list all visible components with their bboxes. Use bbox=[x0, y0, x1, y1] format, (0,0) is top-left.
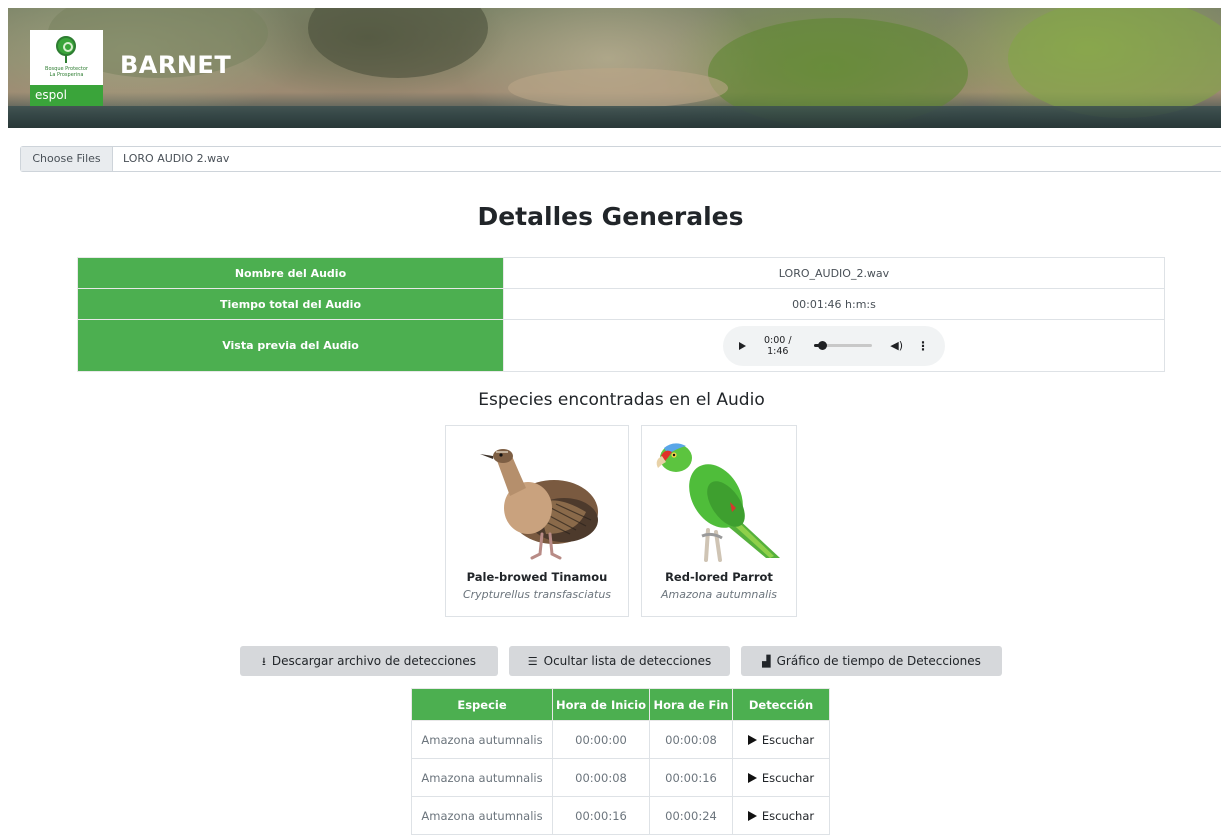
table-row: Amazona autumnalis 00:00:16 00:00:24 Esc… bbox=[411, 796, 830, 835]
species-card: Pale-browed Tinamou Crypturellus transfa… bbox=[445, 425, 629, 617]
listen-label: Escuchar bbox=[761, 770, 815, 785]
detail-label: Vista previa del Audio bbox=[77, 319, 504, 372]
detections-chart-button[interactable]: ▟ Gráfico de tiempo de Detecciones bbox=[741, 646, 1002, 676]
column-header: Hora de Fin bbox=[649, 688, 733, 721]
tinamou-illustration bbox=[480, 449, 598, 560]
file-input[interactable]: Choose Files LORO AUDIO 2.wav bbox=[20, 146, 1221, 172]
play-icon bbox=[747, 810, 757, 821]
download-detections-button[interactable]: ⭳ Descargar archivo de detecciones bbox=[240, 646, 498, 676]
detail-value: 00:01:46 h:m:s bbox=[503, 288, 1165, 320]
audio-time: 0:00 / 1:46 bbox=[764, 334, 792, 357]
audio-seek-slider[interactable] bbox=[813, 341, 873, 350]
detection-end: 00:00:24 bbox=[649, 796, 733, 835]
brand-title: BARNET bbox=[120, 51, 232, 79]
logo-caption-line: La Prosperina bbox=[49, 72, 84, 78]
detections-header-row: Especie Hora de Inicio Hora de Fin Detec… bbox=[411, 688, 830, 721]
list-icon: ☰ bbox=[527, 655, 538, 668]
download-icon: ⭳ bbox=[262, 655, 266, 668]
toggle-list-button-label: Ocultar lista de detecciones bbox=[543, 654, 712, 668]
play-icon bbox=[747, 734, 757, 745]
detail-label: Nombre del Audio bbox=[77, 257, 504, 289]
detail-value: 0:00 / 1:46 ◀) ⋮ bbox=[503, 319, 1165, 372]
more-vert-icon[interactable]: ⋮ bbox=[917, 339, 929, 353]
column-header: Especie bbox=[411, 688, 553, 721]
column-header: Detección bbox=[732, 688, 830, 721]
general-details-table: Nombre del Audio LORO_AUDIO_2.wav Tiempo… bbox=[77, 257, 1165, 372]
volume-icon[interactable]: ◀) bbox=[890, 339, 903, 352]
species-scientific-name: Crypturellus transfasciatus bbox=[462, 588, 612, 601]
banner-rocks bbox=[508, 68, 728, 108]
detection-species: Amazona autumnalis bbox=[411, 796, 553, 835]
chart-button-label: Gráfico de tiempo de Detecciones bbox=[776, 654, 981, 668]
audio-seek-handle[interactable] bbox=[817, 341, 827, 350]
parrot-illustration bbox=[656, 443, 780, 562]
species-card: Red-lored Parrot Amazona autumnalis bbox=[641, 425, 797, 617]
table-row: Amazona autumnalis 00:00:08 00:00:16 Esc… bbox=[411, 758, 830, 797]
listen-label: Escuchar bbox=[761, 732, 815, 747]
detections-table: Especie Hora de Inicio Hora de Fin Detec… bbox=[411, 688, 830, 835]
column-header: Hora de Inicio bbox=[552, 688, 650, 721]
detection-end: 00:00:08 bbox=[649, 720, 733, 759]
detail-label: Tiempo total del Audio bbox=[77, 288, 504, 320]
detection-start: 00:00:16 bbox=[552, 796, 650, 835]
listen-label: Escuchar bbox=[761, 808, 815, 823]
toggle-detections-list-button[interactable]: ☰ Ocultar lista de detecciones bbox=[509, 646, 730, 676]
detail-row: Vista previa del Audio 0:00 / 1:46 ◀) ⋮ bbox=[77, 319, 1165, 372]
listen-button[interactable]: Escuchar bbox=[732, 796, 830, 835]
detection-end: 00:00:16 bbox=[649, 758, 733, 797]
logo: Bosque Protector La Prosperina espol bbox=[30, 30, 103, 106]
banner-foliage bbox=[1008, 8, 1221, 118]
choose-files-button[interactable]: Choose Files bbox=[21, 147, 113, 171]
page-title: Detalles Generales bbox=[477, 202, 744, 231]
detail-row: Tiempo total del Audio 00:01:46 h:m:s bbox=[77, 288, 1165, 320]
species-common-name: Red-lored Parrot bbox=[665, 570, 773, 584]
audio-player[interactable]: 0:00 / 1:46 ◀) ⋮ bbox=[723, 325, 945, 366]
leaf-emblem-icon bbox=[56, 36, 76, 56]
detail-value: LORO_AUDIO_2.wav bbox=[503, 257, 1165, 289]
detection-species: Amazona autumnalis bbox=[411, 720, 553, 759]
play-icon bbox=[747, 772, 757, 783]
listen-button[interactable]: Escuchar bbox=[732, 720, 830, 759]
detection-start: 00:00:08 bbox=[552, 758, 650, 797]
banner-water bbox=[8, 106, 1221, 128]
species-common-name: Pale-browed Tinamou bbox=[466, 570, 608, 584]
detection-start: 00:00:00 bbox=[552, 720, 650, 759]
logo-strip: espol bbox=[30, 85, 103, 106]
play-icon[interactable] bbox=[739, 341, 746, 350]
logo-stem bbox=[65, 55, 67, 63]
logo-caption: Bosque Protector La Prosperina bbox=[34, 66, 99, 78]
selected-file-name: LORO AUDIO 2.wav bbox=[123, 152, 230, 165]
download-button-label: Descargar archivo de detecciones bbox=[271, 654, 476, 668]
detection-species: Amazona autumnalis bbox=[411, 758, 553, 797]
detail-row: Nombre del Audio LORO_AUDIO_2.wav bbox=[77, 257, 1165, 289]
banner-foliage bbox=[308, 8, 488, 78]
listen-button[interactable]: Escuchar bbox=[732, 758, 830, 797]
table-row: Amazona autumnalis 00:00:00 00:00:08 Esc… bbox=[411, 720, 830, 759]
species-section-title: Especies encontradas en el Audio bbox=[478, 390, 765, 410]
species-scientific-name: Amazona autumnalis bbox=[661, 588, 777, 601]
chart-icon: ▟ bbox=[762, 655, 771, 668]
